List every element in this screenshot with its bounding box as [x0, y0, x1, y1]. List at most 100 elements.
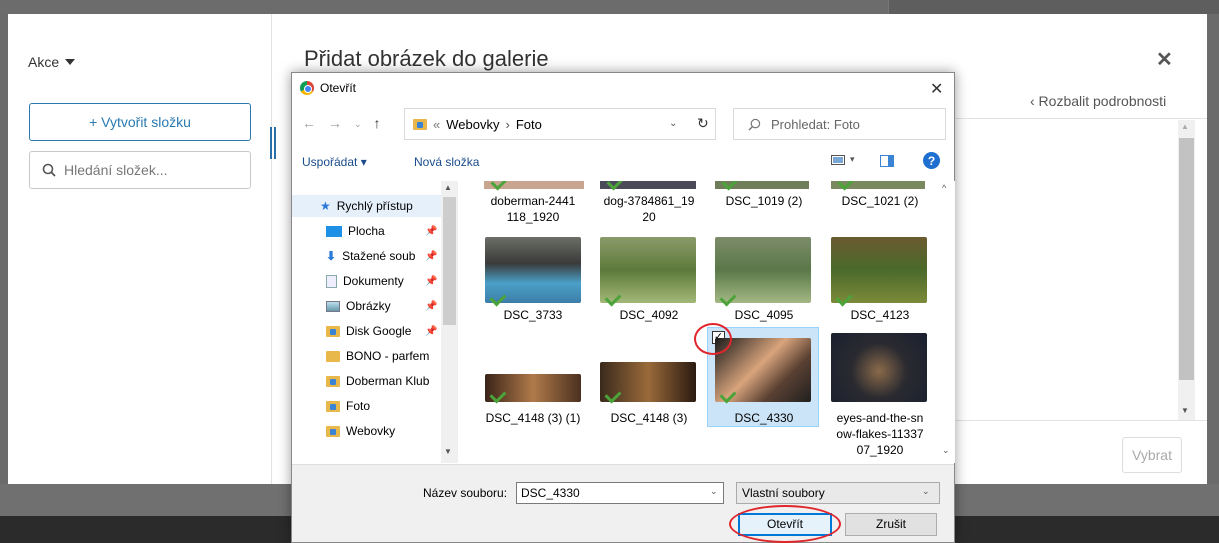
nav-item-label: BONO - parfem — [346, 349, 430, 363]
recent-caret-icon[interactable]: ⌄ — [354, 115, 362, 133]
breadcrumb-item[interactable]: Foto — [516, 117, 542, 132]
file-grid: doberman-2441 118_1920 dog-3784861_19 20… — [458, 181, 938, 463]
file-name[interactable]: DSC_3733 — [478, 307, 588, 323]
modal-close-icon[interactable]: ✕ — [1156, 47, 1173, 72]
folder-icon — [326, 350, 340, 362]
folder-search-input[interactable]: Hledání složek... — [29, 151, 251, 189]
scroll-down-icon[interactable]: ⌄ — [942, 445, 950, 456]
filename-label: Název souboru: — [423, 486, 508, 500]
chrome-icon — [300, 81, 314, 95]
nav-item-google-drive[interactable]: Disk Google 📌 — [292, 320, 441, 342]
nav-item-quick-access[interactable]: ★ Rychlý přístup — [292, 195, 441, 217]
search-icon — [748, 118, 761, 131]
dialog-title: Otevřít — [320, 81, 357, 95]
folder-sidebar: Akce + Vytvořit složku Hledání složek... — [8, 14, 272, 484]
scroll-up-icon[interactable]: ▲ — [1181, 122, 1189, 131]
search-icon — [42, 163, 56, 177]
create-folder-button[interactable]: + Vytvořit složku — [29, 103, 251, 141]
dialog-close-icon[interactable]: ✕ — [930, 79, 943, 99]
nav-item-pictures[interactable]: Obrázky 📌 — [292, 295, 441, 317]
refresh-icon[interactable]: ↻ — [697, 115, 709, 132]
actions-dropdown[interactable]: Akce — [28, 54, 76, 70]
folder-icon — [326, 375, 340, 387]
file-name[interactable]: DSC_4330 — [709, 410, 819, 426]
modal-title: Přidat obrázek do galerie — [304, 46, 549, 71]
organize-button[interactable]: Uspořádat ▾ — [302, 155, 367, 169]
annotation-circle — [729, 505, 841, 543]
nav-item-label: Stažené soub — [342, 249, 416, 263]
search-input[interactable]: Prohledat: Foto — [733, 108, 946, 140]
address-dropdown-icon[interactable]: ⌄ — [669, 118, 677, 129]
view-options-caret-icon[interactable]: ▾ — [850, 154, 855, 165]
nav-item-documents[interactable]: Dokumenty 📌 — [292, 270, 441, 292]
file-name[interactable]: DSC_1021 (2) — [825, 193, 935, 209]
up-arrow-icon[interactable]: ↑ — [374, 115, 381, 133]
nav-item-label: Dokumenty — [343, 274, 404, 288]
forward-arrow-icon[interactable]: → — [328, 115, 342, 133]
nav-item-desktop[interactable]: Plocha 📌 — [292, 220, 441, 242]
nav-arrows: ← → ⌄ ↑ — [302, 115, 381, 133]
file-name[interactable]: DSC_4095 — [709, 307, 819, 323]
pin-icon: 📌 — [425, 275, 438, 287]
nav-item-bono[interactable]: BONO - parfem — [292, 345, 441, 367]
file-name[interactable]: DSC_1019 (2) — [709, 193, 819, 209]
folder-icon — [326, 400, 340, 412]
file-grid-scrollbar[interactable] — [938, 181, 955, 463]
download-icon: ⬇ — [326, 249, 337, 263]
file-name[interactable]: DSC_4092 — [594, 307, 704, 323]
file-name[interactable]: doberman-2441 118_1920 — [478, 193, 588, 225]
divider — [956, 420, 1207, 421]
filename-dropdown-icon[interactable]: ⌄ — [710, 486, 718, 497]
scroll-up-icon[interactable]: ▲ — [444, 183, 452, 192]
file-name[interactable]: DSC_4123 — [825, 307, 935, 323]
nav-item-webovky[interactable]: Webovky — [292, 420, 441, 442]
breadcrumb-separator: › — [505, 116, 510, 132]
star-icon: ★ — [320, 199, 331, 213]
folder-icon — [326, 425, 340, 437]
file-name[interactable]: DSC_4148 (3) — [594, 410, 704, 426]
expand-details-link[interactable]: ‹ Rozbalit podrobnosti — [1030, 93, 1166, 109]
new-folder-button[interactable]: Nová složka — [414, 155, 479, 169]
pin-icon: 📌 — [425, 325, 438, 337]
scroll-down-icon[interactable]: ▼ — [444, 447, 452, 456]
cancel-button[interactable]: Zrušit — [845, 513, 937, 536]
filetype-select[interactable]: Vlastní soubory — [736, 482, 940, 504]
filetype-dropdown-icon[interactable]: ⌄ — [922, 486, 930, 497]
file-name[interactable]: DSC_4148 (3) (1) — [478, 410, 588, 426]
file-name[interactable]: eyes-and-the-sn ow-flakes-11337 07_1920 — [825, 410, 935, 458]
nav-scrollbar-thumb[interactable] — [443, 197, 456, 325]
background-topbar-right — [888, 0, 1219, 14]
filename-input[interactable]: DSC_4330 — [516, 482, 724, 504]
nav-item-label: Plocha — [348, 224, 385, 238]
back-arrow-icon[interactable]: ← — [302, 115, 316, 133]
view-options-icon[interactable] — [831, 155, 845, 165]
breadcrumb-item[interactable]: Webovky — [446, 117, 499, 132]
select-button[interactable]: Vybrat — [1122, 437, 1182, 473]
dialog-titlebar: Otevřít — [300, 81, 356, 95]
nav-item-label: Obrázky — [346, 299, 391, 313]
scroll-up-icon[interactable]: ^ — [942, 183, 946, 193]
address-bar[interactable]: « Webovky › Foto ⌄ ↻ — [404, 108, 716, 140]
nav-item-downloads[interactable]: ⬇ Stažené soub 📌 — [292, 245, 441, 267]
scroll-down-icon[interactable]: ▼ — [1181, 406, 1189, 415]
preview-pane-icon[interactable] — [880, 155, 894, 167]
document-icon — [326, 274, 337, 288]
pictures-icon — [326, 300, 340, 312]
help-icon[interactable]: ? — [923, 152, 940, 169]
resize-handle[interactable] — [268, 127, 278, 159]
pin-icon: 📌 — [425, 225, 438, 237]
actions-label: Akce — [28, 54, 60, 70]
open-file-dialog: Otevřít ✕ ← → ⌄ ↑ « Webovky › Foto ⌄ ↻ P… — [291, 72, 955, 543]
file-name[interactable]: dog-3784861_19 20 — [594, 193, 704, 225]
nav-item-label: Rychlý přístup — [336, 199, 413, 213]
divider — [956, 118, 1207, 119]
nav-item-label: Foto — [346, 399, 371, 413]
nav-item-label: Webovky — [346, 424, 396, 438]
folder-search-placeholder: Hledání složek... — [64, 162, 168, 178]
details-scrollbar-thumb[interactable] — [1179, 138, 1194, 380]
nav-item-doberman-klub[interactable]: Doberman Klub — [292, 370, 441, 392]
nav-item-foto[interactable]: Foto — [292, 395, 441, 417]
folder-icon — [413, 118, 427, 130]
dialog-toolbar: Uspořádat ▾ Nová složka ▾ ? — [292, 147, 954, 177]
file-thumbnail — [831, 333, 927, 402]
